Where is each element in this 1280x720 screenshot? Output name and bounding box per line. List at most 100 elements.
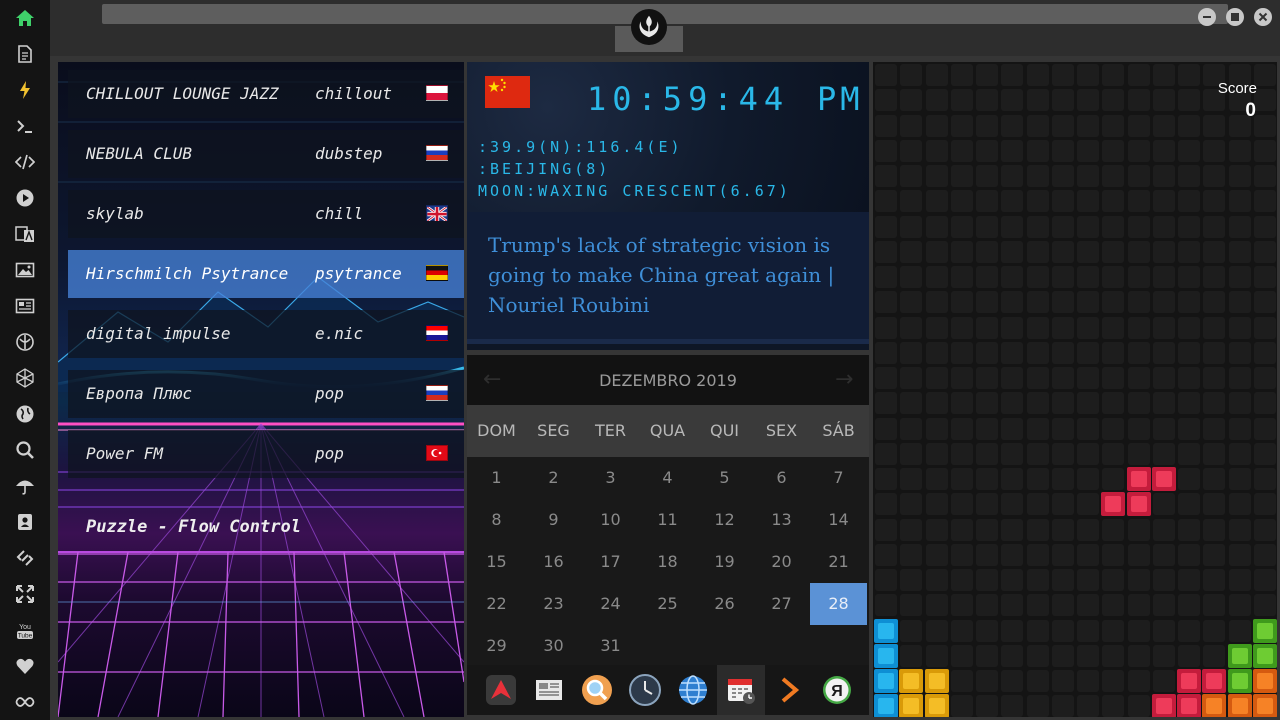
search-icon[interactable] xyxy=(13,438,37,462)
youtube-icon[interactable]: You Tube xyxy=(13,618,37,642)
tetris-cell xyxy=(1052,594,1074,616)
station-item-active[interactable]: Hirschmilch Psytrance psytrance xyxy=(68,250,464,298)
calendar-day[interactable]: 18 xyxy=(639,541,696,583)
tetris-cell xyxy=(1077,216,1099,238)
tetris-cell xyxy=(900,569,922,591)
calendar-day[interactable]: 1 xyxy=(468,457,525,499)
tetris-cell xyxy=(1052,165,1074,187)
rebel-alliance-icon[interactable] xyxy=(13,330,37,354)
tetris-cell xyxy=(1128,443,1150,465)
tetris-cell xyxy=(951,594,973,616)
dock-calendar-icon[interactable] xyxy=(717,665,765,715)
calendar-day[interactable]: 25 xyxy=(639,583,696,625)
station-item[interactable]: digital impulse e.nic xyxy=(68,310,464,358)
tetris-cell xyxy=(875,190,897,212)
calendar-day[interactable]: 29 xyxy=(468,625,525,667)
tetris-block-yellow xyxy=(925,694,949,717)
dock-news-reader-icon[interactable] xyxy=(525,665,573,715)
heart-icon[interactable] xyxy=(13,654,37,678)
calendar-day[interactable]: 31 xyxy=(582,625,639,667)
infinity-icon[interactable] xyxy=(13,690,37,714)
station-genre: pop xyxy=(315,444,344,463)
calendar-day[interactable]: 30 xyxy=(525,625,582,667)
news-headline[interactable]: Trump's lack of strategic vision is goin… xyxy=(488,230,838,320)
station-item[interactable]: Power FM pop xyxy=(68,430,464,478)
calendar-day-selected[interactable]: 28 xyxy=(810,583,867,625)
station-item[interactable]: Европа Плюс pop xyxy=(68,370,464,418)
tetris-cell xyxy=(1077,342,1099,364)
calendar-day[interactable]: 7 xyxy=(810,457,867,499)
home-icon[interactable] xyxy=(13,6,37,30)
calendar-day[interactable]: 19 xyxy=(696,541,753,583)
image-icon[interactable] xyxy=(13,258,37,282)
tetris-cell xyxy=(1203,190,1225,212)
terminal-icon[interactable] xyxy=(13,114,37,138)
tetris-block-yellow xyxy=(899,669,923,693)
calendar-day[interactable]: 12 xyxy=(696,499,753,541)
calendar-day[interactable]: 15 xyxy=(468,541,525,583)
calendar-day[interactable]: 23 xyxy=(525,583,582,625)
expand-icon[interactable] xyxy=(13,582,37,606)
document-icon[interactable] xyxy=(13,42,37,66)
dock-yandex-icon[interactable]: Я xyxy=(813,665,861,715)
lightning-icon[interactable] xyxy=(13,78,37,102)
globe-icon[interactable] xyxy=(13,402,37,426)
calendar-day[interactable]: 20 xyxy=(753,541,810,583)
dock-magnifier-icon[interactable] xyxy=(573,665,621,715)
umbrella-icon[interactable] xyxy=(13,474,37,498)
calendar-day[interactable]: 21 xyxy=(810,541,867,583)
tetris-cell xyxy=(1178,392,1200,414)
calendar-day[interactable]: 17 xyxy=(582,541,639,583)
tetris-cell xyxy=(1254,317,1276,339)
calendar-day[interactable]: 3 xyxy=(582,457,639,499)
tetris-cell xyxy=(1178,493,1200,515)
tetris-cell xyxy=(1077,115,1099,137)
station-name: digital impulse xyxy=(86,324,231,343)
calendar-day[interactable]: 10 xyxy=(582,499,639,541)
tetris-cell xyxy=(1001,291,1023,313)
tetris-cell xyxy=(1077,418,1099,440)
play-icon[interactable] xyxy=(13,186,37,210)
maximize-button[interactable] xyxy=(1226,8,1244,26)
calendar-day[interactable]: 27 xyxy=(753,583,810,625)
tetris-block-green xyxy=(1253,619,1277,643)
calendar-day[interactable]: 22 xyxy=(468,583,525,625)
calendar-day[interactable]: 26 xyxy=(696,583,753,625)
tetris-cell xyxy=(1052,89,1074,111)
calendar-day[interactable]: 9 xyxy=(525,499,582,541)
station-item[interactable]: CHILLOUT LOUNGE JAZZ chillout xyxy=(68,70,464,118)
dock-clock-icon[interactable] xyxy=(621,665,669,715)
calendar-day[interactable]: 8 xyxy=(468,499,525,541)
news-icon[interactable] xyxy=(13,294,37,318)
tetris-cell xyxy=(926,241,948,263)
link-icon[interactable] xyxy=(13,546,37,570)
tetris-cell xyxy=(1153,89,1175,111)
dock-play-arrow-icon[interactable] xyxy=(765,665,813,715)
tetris-board[interactable]: Score 0 xyxy=(873,62,1277,717)
calendar-day[interactable]: 4 xyxy=(639,457,696,499)
calendar-day[interactable]: 11 xyxy=(639,499,696,541)
code-icon[interactable] xyxy=(13,150,37,174)
translate-icon[interactable] xyxy=(13,222,37,246)
next-month-icon[interactable]: → xyxy=(835,367,853,392)
station-item[interactable]: skylab chill xyxy=(68,190,464,238)
minimize-button[interactable] xyxy=(1198,8,1216,26)
station-item[interactable]: NEBULA CLUB dubstep xyxy=(68,130,464,178)
calendar-day[interactable]: 16 xyxy=(525,541,582,583)
calendar-day[interactable]: 6 xyxy=(753,457,810,499)
tetris-block-red xyxy=(1177,669,1201,693)
tetris-cell xyxy=(1077,392,1099,414)
calendar-day[interactable]: 14 xyxy=(810,499,867,541)
dock-globe-icon[interactable] xyxy=(669,665,717,715)
calendar-day[interactable]: 13 xyxy=(753,499,810,541)
tetris-cell xyxy=(976,519,998,541)
tetris-cell xyxy=(1027,519,1049,541)
calendar-day[interactable]: 2 xyxy=(525,457,582,499)
calendar-day[interactable]: 24 xyxy=(582,583,639,625)
tetris-cell xyxy=(1203,317,1225,339)
geometry-icon[interactable] xyxy=(13,366,37,390)
contact-icon[interactable] xyxy=(13,510,37,534)
close-button[interactable] xyxy=(1254,8,1272,26)
calendar-day[interactable]: 5 xyxy=(696,457,753,499)
dock-arch-icon[interactable] xyxy=(477,665,525,715)
